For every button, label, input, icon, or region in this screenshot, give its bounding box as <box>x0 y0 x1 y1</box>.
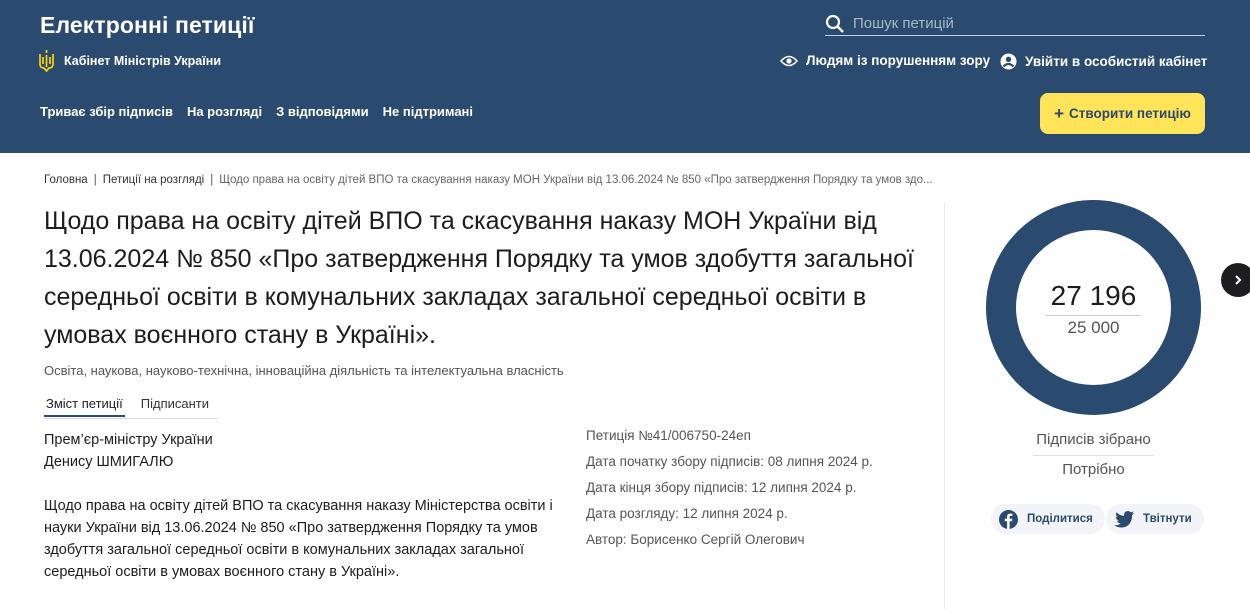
nav-rejected[interactable]: Не підтримані <box>383 104 473 119</box>
addressee-line: Прем’єр-міністру України <box>44 432 213 448</box>
petition-number: Петиція №41/006750-24еп <box>586 428 751 443</box>
addressee-line: Денису ШМИГАЛЮ <box>44 454 174 470</box>
chevron-right-icon <box>1235 275 1242 285</box>
column-divider <box>944 203 945 609</box>
eye-icon <box>780 55 798 66</box>
share-facebook-button[interactable]: Поділитися <box>991 504 1105 534</box>
collected-label: Підписів зібрано <box>1036 431 1151 448</box>
trident-icon <box>39 50 54 73</box>
breadcrumb-section[interactable]: Петиції на розгляді <box>103 174 205 186</box>
petition-addressee: Прем’єр-міністру України Денису ШМИГАЛЮ <box>44 429 213 473</box>
nav-under-review[interactable]: На розгляді <box>187 104 262 119</box>
site-header: Електронні петиції Кабінет Міністрів Укр… <box>0 0 1250 153</box>
tab-signers[interactable]: Підписанти <box>139 396 211 417</box>
share-twitter-button[interactable]: Твітнути <box>1106 504 1204 534</box>
tab-content[interactable]: Зміст петиції <box>44 396 125 417</box>
accessibility-link[interactable]: Людям із порушенням зору <box>780 53 990 68</box>
government-label: Кабінет Міністрів України <box>38 49 221 73</box>
breadcrumb-home[interactable]: Головна <box>44 174 88 186</box>
petition-author: Автор: Борисенко Сергій Олегович <box>586 532 805 547</box>
nav-collecting[interactable]: Триває збір підписів <box>40 104 173 119</box>
petition-body: Щодо права на освіту дітей ВПО та скасув… <box>44 498 553 580</box>
search-input[interactable] <box>853 15 1183 32</box>
create-petition-label: Створити петицію <box>1069 106 1191 121</box>
signatures-count: 27 196 <box>1050 280 1137 311</box>
accessibility-label: Людям із порушенням зору <box>806 53 991 68</box>
nav-answered[interactable]: З відповідями <box>276 104 368 119</box>
required-label: Потрібно <box>1062 461 1125 478</box>
main-nav: Триває збір підписів На розгляді З відпо… <box>40 104 473 119</box>
breadcrumb-separator: | <box>210 174 214 186</box>
petition-end-date: Дата кінця збору підписів: 12 липня 2024… <box>586 480 857 495</box>
government-name: Кабінет Міністрів України <box>64 54 222 68</box>
twitter-icon <box>1114 510 1134 528</box>
breadcrumb-separator: | <box>93 174 97 186</box>
site-brand[interactable]: Електронні петиції <box>40 12 254 39</box>
tabs-divider <box>44 418 218 419</box>
login-label: Увійти в особистий кабінет <box>1025 54 1208 69</box>
signatures-goal: 25 000 <box>1067 318 1120 337</box>
search-bar <box>825 12 1205 36</box>
plus-icon: + <box>1054 104 1064 123</box>
signatures-progress-ring: 27 196 <box>986 200 1201 415</box>
petition-tabs: Зміст петиції Підписанти <box>44 396 225 417</box>
share-twitter-label: Твітнути <box>1143 513 1192 525</box>
breadcrumb-current: Щодо права на освіту дітей ВПО та скасув… <box>219 174 933 186</box>
petition-title: Щодо права на освіту дітей ВПО та скасув… <box>44 207 914 349</box>
petition-review-date: Дата розгляду: 12 липня 2024 р. <box>586 506 788 521</box>
facebook-icon <box>999 509 1018 529</box>
share-facebook-label: Поділитися <box>1027 513 1093 525</box>
count-divider <box>1046 315 1141 316</box>
breadcrumb: Головна | Петиції на розгляді | Щодо права н… <box>44 174 933 186</box>
search-icon[interactable] <box>825 14 845 34</box>
petition-category: Освіта, наукова, науково-технічна, іннов… <box>44 363 564 378</box>
login-link[interactable]: Увійти в особистий кабінет <box>1000 53 1207 70</box>
petition-meta: Петиція №41/006750-24еп Дата початку збо… <box>586 426 873 556</box>
next-arrow-button[interactable] <box>1221 263 1250 297</box>
stats-divider <box>1033 455 1154 456</box>
petition-start-date: Дата початку збору підписів: 08 липня 20… <box>586 454 873 469</box>
create-petition-button[interactable]: + Створити петицію <box>1040 93 1205 134</box>
user-icon <box>1000 53 1017 70</box>
